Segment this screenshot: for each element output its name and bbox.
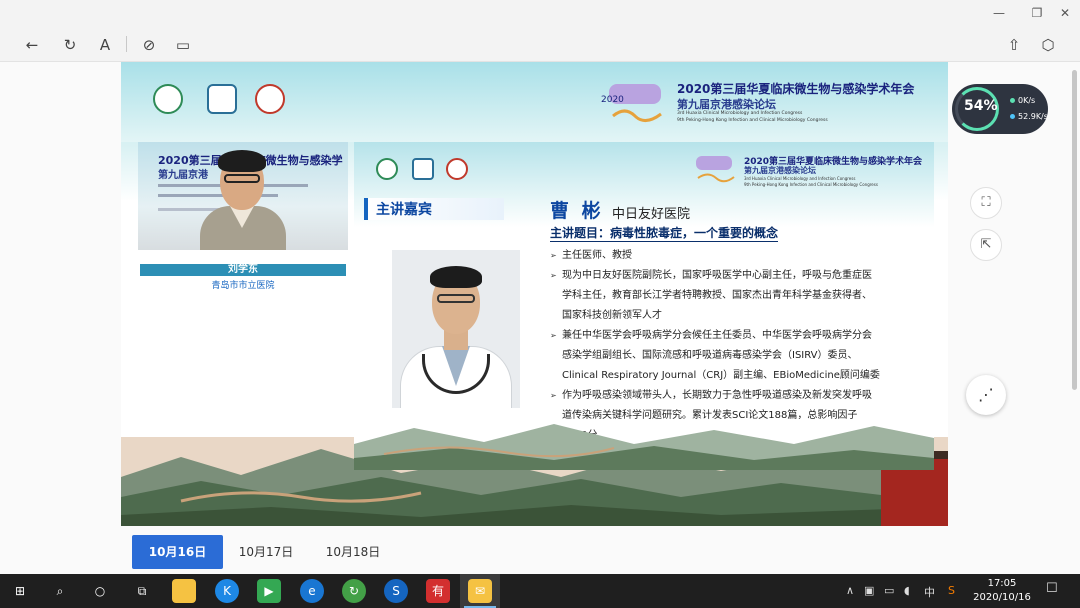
moderator-name: 刘学东	[140, 264, 346, 276]
close-button[interactable]: ✕	[1050, 4, 1080, 22]
host-label-tag: 主讲嘉宾	[364, 198, 504, 220]
host-label: 主讲嘉宾	[376, 202, 432, 218]
wechat-taskbar-item[interactable]: ✉	[460, 574, 500, 608]
conference-title: 2020第三届华夏临床微生物与感染学术年会	[677, 82, 915, 96]
task-view-icon[interactable]: ⧉	[130, 579, 154, 603]
tab-oct-16[interactable]: 10月16日	[132, 535, 223, 569]
volume-icon[interactable]: ◖	[904, 584, 910, 597]
title-bar: — ❐ ✕	[0, 0, 1080, 26]
share-icon[interactable]: ⋰	[966, 375, 1006, 415]
tab-oct-18[interactable]: 10月18日	[316, 535, 390, 569]
browser-toolbar: ← ↻ A ⊘ ▭ ⇧ ⬡	[0, 26, 1080, 62]
clock-date: 2020/10/16	[973, 592, 1031, 603]
windows-start-icon[interactable]: ⊞	[8, 579, 32, 603]
portrait-hair	[430, 266, 482, 288]
live-video-slide[interactable]: 2020 2020第三届华夏临床微生物与感染学术年会 第九届京港感染论坛 3rd…	[121, 62, 948, 526]
conference-en-line1: 3rd Huaxia Clinical Microbiology and Inf…	[677, 111, 803, 116]
wechat-icon: ✉	[468, 579, 492, 603]
bio-item: 现为中日友好医院副院长，国家呼吸医学中心副主任，呼吸与危重症医学科主任，教育部长…	[550, 266, 880, 326]
window-icon[interactable]: ▭	[172, 34, 194, 56]
slide-header-band	[121, 62, 948, 142]
peking-hospital-logo-icon	[207, 84, 237, 114]
notification-icon[interactable]: ☐	[1046, 581, 1058, 596]
system-clock[interactable]: 17:05 2020/10/16	[972, 577, 1032, 605]
link-icon[interactable]: ⊘	[138, 34, 160, 56]
moderator-glasses	[224, 174, 260, 183]
lecture-topic: 主讲题目：病毒性脓毒症，一个重要的概念	[550, 226, 779, 242]
s-app-icon[interactable]: S	[384, 579, 408, 603]
font-size-icon[interactable]: A	[94, 34, 116, 56]
open-external-icon[interactable]: ⇱	[970, 229, 1002, 261]
edge-browser-icon[interactable]: e	[300, 579, 324, 603]
video-banner-subtitle: 第九届京港	[158, 170, 208, 181]
speaker-hospital: 中日友好医院	[612, 207, 691, 222]
medical-logo-icon	[446, 158, 468, 180]
share-out-icon[interactable]: ⇧	[1003, 34, 1025, 56]
tray-app-icon[interactable]: ▣	[864, 584, 874, 597]
inner-great-wall-scenery	[354, 424, 934, 470]
back-arrow-icon[interactable]: ←	[21, 34, 43, 56]
tray-expand-icon[interactable]: ∧	[846, 584, 854, 597]
network-speed-widget[interactable]: 54% 0K/s 52.9K/s	[952, 84, 1048, 134]
medical-logo-icon	[255, 84, 285, 114]
moderator-hospital: 青岛市市立医院	[211, 281, 275, 291]
clock-time: 17:05	[987, 578, 1017, 589]
upload-speed: 0K/s	[1010, 96, 1035, 105]
cortana-icon[interactable]: ○	[88, 579, 112, 603]
conference-en-line2: 9th Peking-Hong Kong Infection and Clini…	[677, 118, 828, 123]
refresh-icon[interactable]: ↻	[59, 34, 81, 56]
conference-mark-icon: 2020	[601, 84, 662, 122]
download-speed-value: 52.9K/s	[1018, 112, 1048, 121]
k-app-icon[interactable]: K	[215, 579, 239, 603]
speaker-portrait	[392, 250, 520, 408]
bio-item: 兼任中华医学会呼吸病学分会候任主任委员、中华医学会呼吸病学分会感染学组副组长、国…	[550, 326, 880, 386]
inner-conference-subtitle: 第九届京港感染论坛	[744, 166, 816, 175]
scrollbar-thumb[interactable]	[1072, 70, 1077, 390]
inner-conference-en-line2: 9th Peking-Hong Kong Infection and Clini…	[744, 182, 878, 187]
upload-speed-value: 0K/s	[1018, 96, 1036, 105]
minimize-button[interactable]: —	[984, 4, 1014, 22]
restore-button[interactable]: ❐	[1022, 4, 1052, 22]
portrait-glasses	[437, 294, 475, 303]
inner-conference-en-line1: 3rd Huaxia Clinical Microbiology and Inf…	[744, 176, 856, 181]
windows-taskbar: ⊞ ⌕ ○ ⧉ K ▶ e ↻ S 有 ✉ ∧ ▣ ▭ ◖ 中 S 17:05 …	[0, 574, 1080, 608]
speaker-name: 曹 彬	[550, 200, 604, 222]
speaker-slide: 2020第三届华夏临床微生物与感染学术年会 第九届京港感染论坛 3rd Huax…	[354, 142, 934, 470]
toolbar-divider	[126, 36, 127, 52]
memory-percent: 54%	[964, 98, 998, 114]
search-icon[interactable]: ⌕	[48, 579, 72, 603]
network-icon[interactable]: ▭	[884, 584, 894, 597]
association-logo-icon	[153, 84, 183, 114]
cube-icon[interactable]: ⬡	[1037, 34, 1059, 56]
youdao-icon[interactable]: 有	[426, 579, 450, 603]
peking-hospital-logo-icon	[412, 158, 434, 180]
conference-subtitle: 第九届京港感染论坛	[677, 98, 776, 111]
bio-item: 主任医师、教授	[550, 246, 880, 266]
input-language[interactable]: 中	[924, 584, 935, 600]
association-logo-icon	[376, 158, 398, 180]
mark-year: 2020	[601, 95, 624, 105]
fullscreen-icon[interactable]: ⛶	[970, 187, 1002, 219]
s-tray-icon[interactable]: S	[948, 584, 955, 597]
moderator-video[interactable]: 2020第三届华夏临床微生物与感染学 第九届京港	[138, 142, 348, 250]
refresh-app-icon[interactable]: ↻	[342, 579, 366, 603]
download-speed: 52.9K/s	[1010, 112, 1048, 121]
conference-mark-icon	[696, 156, 735, 183]
moderator-hair	[218, 150, 266, 172]
tab-oct-17[interactable]: 10月17日	[229, 535, 303, 569]
play-store-icon[interactable]: ▶	[257, 579, 281, 603]
file-explorer-icon[interactable]	[172, 579, 196, 603]
